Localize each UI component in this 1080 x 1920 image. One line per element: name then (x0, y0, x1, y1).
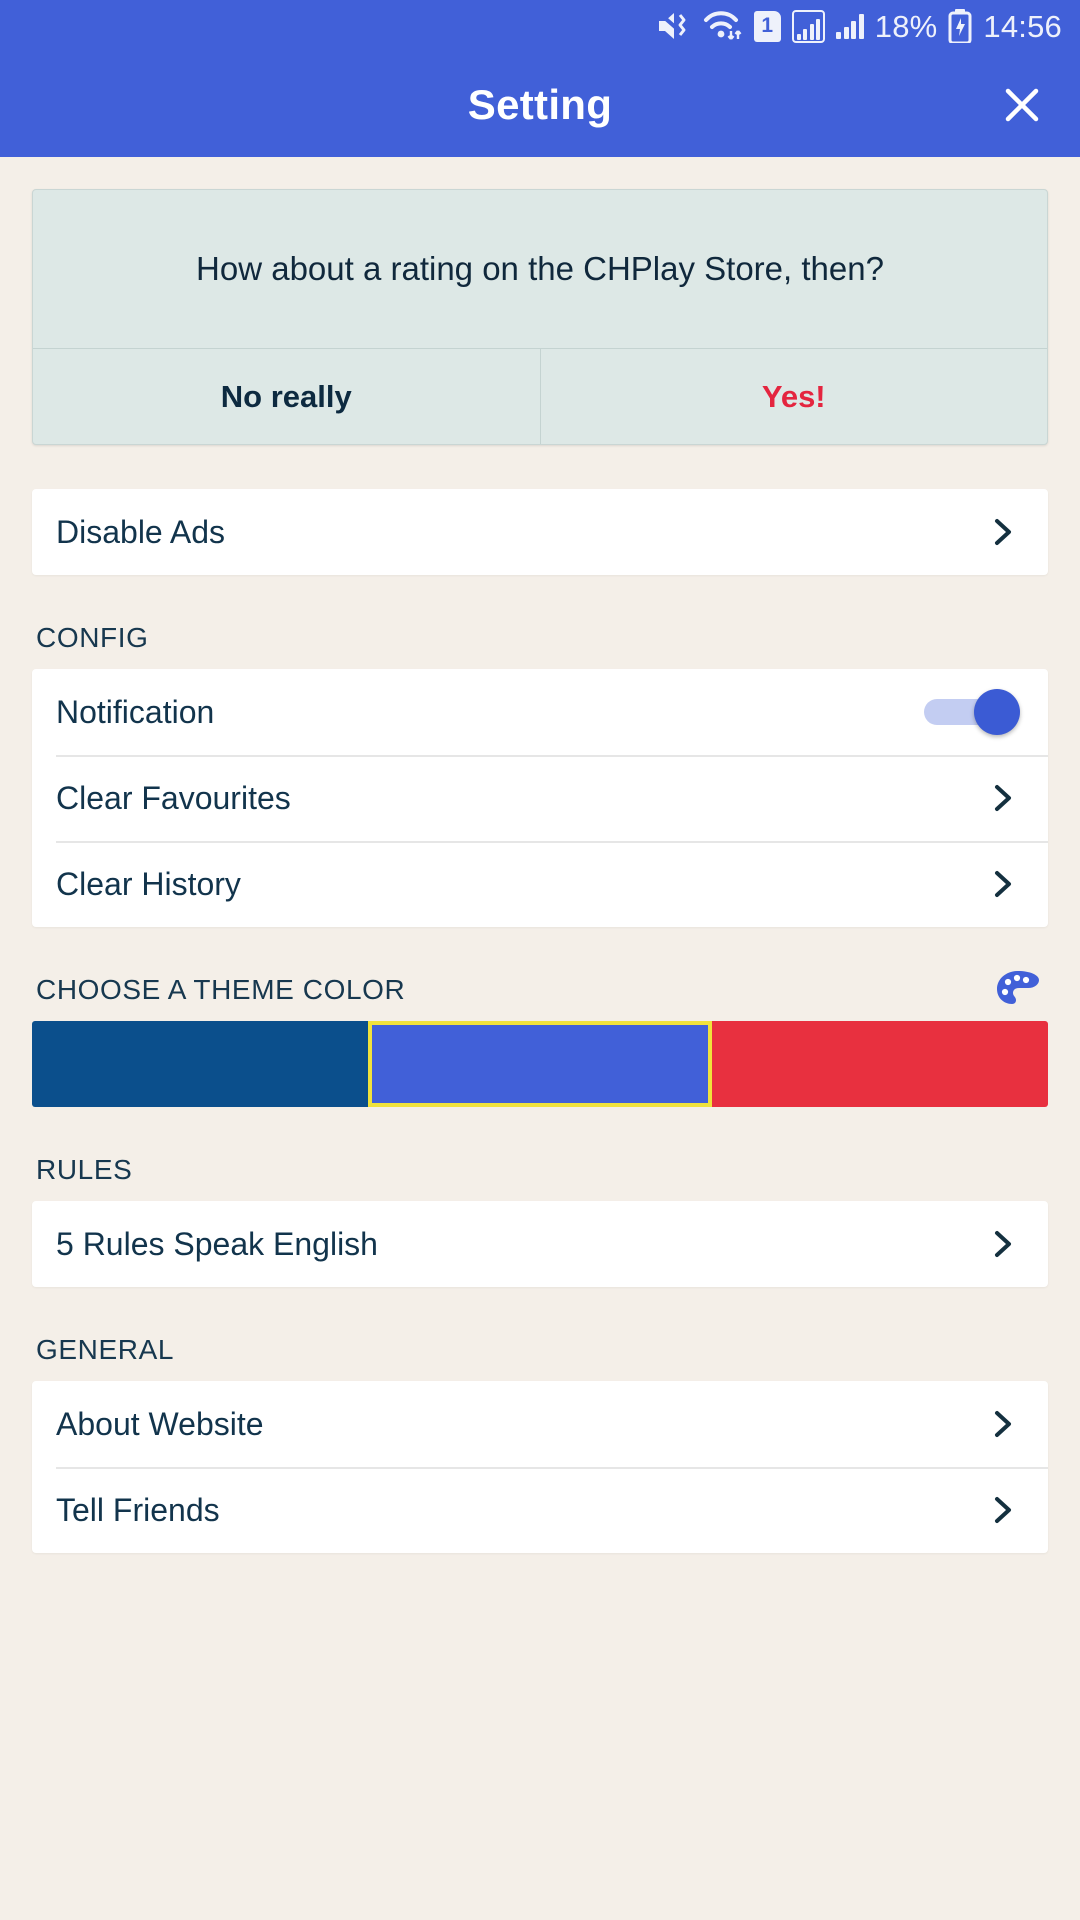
close-icon[interactable] (992, 75, 1052, 135)
row-tell-friends[interactable]: Tell Friends (32, 1467, 1048, 1553)
rating-accept-button[interactable]: Yes! (539, 349, 1048, 444)
status-bar: 1 18% 14:56 (0, 0, 1080, 52)
row-label: About Website (56, 1405, 264, 1442)
config-card: Notification Clear Favourites Clear Hist… (32, 669, 1048, 927)
section-header-theme: CHOOSE A THEME COLOR (0, 959, 1080, 1021)
row-clear-favourites[interactable]: Clear Favourites (32, 755, 1048, 841)
volume-mute-vibrate-icon (656, 10, 692, 42)
rating-decline-button[interactable]: No really (33, 349, 540, 444)
general-card: About Website Tell Friends (32, 1381, 1048, 1553)
row-label: Disable Ads (56, 513, 225, 550)
section-header-rules: RULES (0, 1139, 1080, 1201)
chevron-right-icon (986, 781, 1020, 815)
row-label: Tell Friends (56, 1491, 220, 1528)
row-label: Clear Favourites (56, 779, 291, 816)
row-label: Clear History (56, 865, 241, 902)
row-label: Notification (56, 693, 215, 730)
clock-label: 14:56 (983, 8, 1062, 44)
app-header: Setting (0, 52, 1080, 157)
row-clear-history[interactable]: Clear History (32, 841, 1048, 927)
settings-content: How about a rating on the CHPlay Store, … (0, 189, 1080, 1553)
theme-swatch-dark-blue[interactable] (32, 1021, 368, 1107)
ads-card: Disable Ads (32, 489, 1048, 575)
chevron-right-icon (986, 1227, 1020, 1261)
row-disable-ads[interactable]: Disable Ads (32, 489, 1048, 575)
chevron-right-icon (986, 867, 1020, 901)
theme-swatch-red[interactable] (712, 1021, 1048, 1107)
battery-charging-icon (948, 9, 972, 43)
chevron-right-icon (986, 1407, 1020, 1441)
section-title: CHOOSE A THEME COLOR (36, 974, 406, 1005)
section-header-config: CONFIG (0, 607, 1080, 669)
signal-boxed-icon (791, 9, 826, 43)
row-about-website[interactable]: About Website (32, 1381, 1048, 1467)
row-rules-speak-english[interactable]: 5 Rules Speak English (32, 1201, 1048, 1287)
sim-1-icon: 1 (753, 10, 781, 42)
palette-icon[interactable] (994, 968, 1042, 1012)
row-notification[interactable]: Notification (32, 669, 1048, 755)
section-title: CONFIG (36, 622, 149, 653)
rating-prompt-actions: No really Yes! (33, 348, 1047, 444)
signal-bars-icon (836, 13, 864, 39)
toggle-knob (974, 689, 1020, 735)
notification-toggle[interactable] (924, 689, 1020, 735)
section-title: GENERAL (36, 1334, 175, 1365)
chevron-right-icon (986, 515, 1020, 549)
section-header-general: GENERAL (0, 1319, 1080, 1381)
theme-color-swatches (32, 1021, 1048, 1107)
battery-percent-label: 18% (874, 8, 938, 44)
chevron-right-icon (986, 1493, 1020, 1527)
rules-card: 5 Rules Speak English (32, 1201, 1048, 1287)
page-title: Setting (467, 80, 613, 128)
theme-swatch-royal-blue[interactable] (368, 1021, 712, 1107)
rating-prompt-message: How about a rating on the CHPlay Store, … (196, 250, 884, 287)
rating-prompt-card: How about a rating on the CHPlay Store, … (32, 189, 1048, 445)
section-title: RULES (36, 1154, 133, 1185)
wifi-data-transfer-icon (703, 10, 743, 42)
row-label: 5 Rules Speak English (56, 1225, 378, 1262)
